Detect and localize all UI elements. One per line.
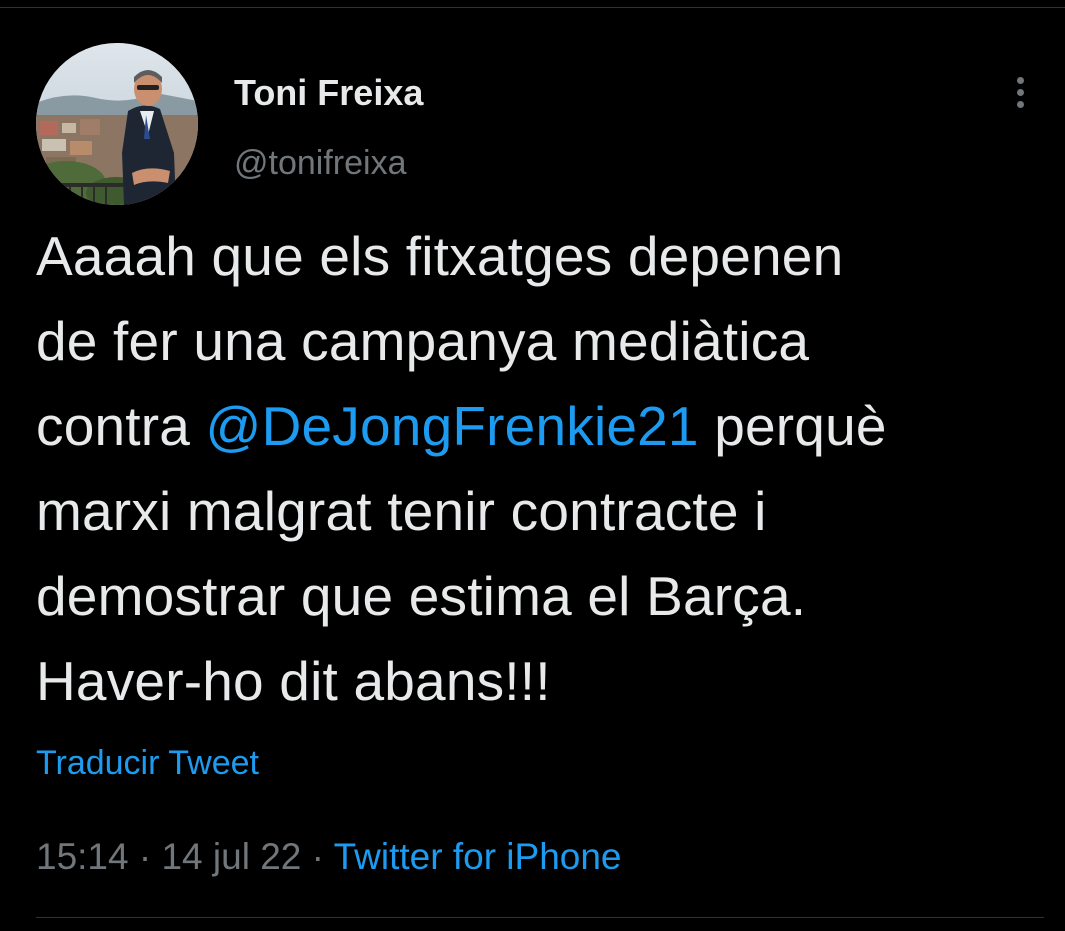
tweet-time[interactable]: 15:14 [36, 836, 129, 877]
tweet-metadata: 15:14 · 14 jul 22 · Twitter for iPhone [36, 834, 622, 880]
more-vertical-icon-dot [1016, 88, 1024, 96]
top-divider [0, 7, 1065, 8]
more-options-button[interactable] [1006, 73, 1034, 111]
more-vertical-icon [1016, 76, 1024, 84]
more-vertical-icon-dot [1016, 100, 1024, 108]
tweet-date[interactable]: 14 jul 22 [161, 836, 301, 877]
tweet-source-link[interactable]: Twitter for iPhone [334, 836, 622, 877]
tweet-header: Toni Freixa @tonifreixa [36, 43, 1036, 207]
tweet-text: Aaaah que els fitxatges depenen de fer u… [36, 214, 1046, 724]
avatar-photo [36, 43, 198, 205]
mention-link[interactable]: @DeJongFrenkie21 [206, 395, 699, 457]
translate-tweet-link[interactable]: Traducir Tweet [36, 741, 259, 785]
meta-separator: · [301, 836, 334, 877]
author-handle[interactable]: @tonifreixa [234, 143, 406, 183]
avatar[interactable] [36, 43, 198, 205]
meta-separator: · [128, 836, 162, 877]
author-name[interactable]: Toni Freixa [234, 73, 423, 113]
bottom-divider [36, 917, 1044, 918]
